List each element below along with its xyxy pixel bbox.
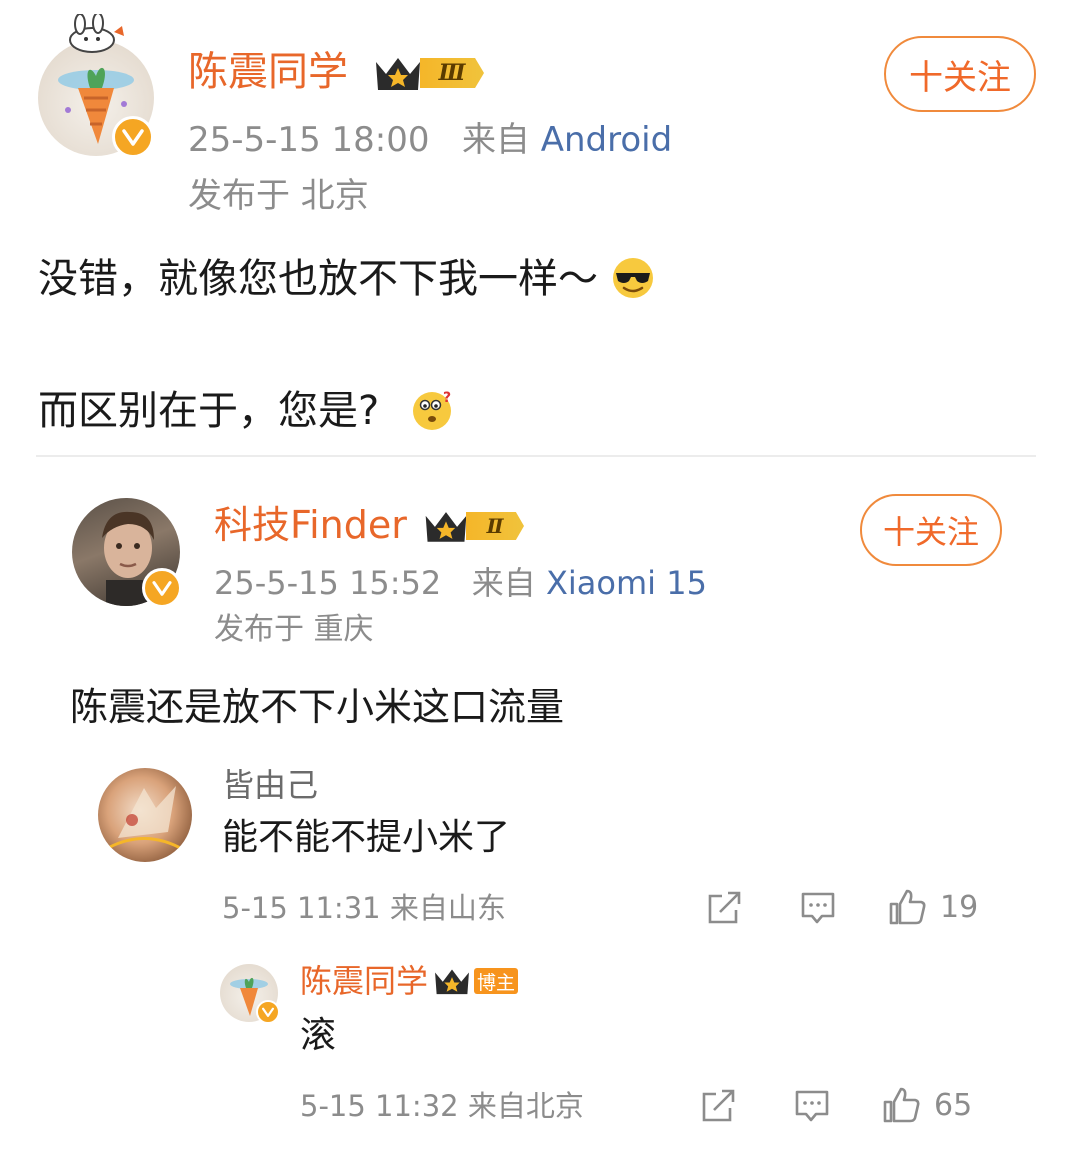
quoted-time: 25-5-15 15:52: [214, 564, 442, 602]
post-text-line2: 而区别在于，您是? ?: [38, 384, 454, 438]
quoted-source[interactable]: Xiaomi 15: [546, 564, 707, 602]
author-name[interactable]: 陈震同学: [188, 46, 348, 98]
reply-meta: 5-15 11:32 来自北京: [300, 1089, 584, 1123]
crown-icon: [376, 58, 420, 90]
rabbit-decoration-icon: [69, 14, 124, 53]
post-time: 25-5-15 18:00: [188, 120, 430, 160]
svg-text:?: ?: [443, 390, 451, 406]
share-button[interactable]: [706, 890, 744, 930]
like-count: 19: [940, 889, 979, 925]
post-location: 发布于 北京: [188, 176, 369, 216]
quoted-author-name[interactable]: 科技Finder: [214, 500, 407, 550]
comment-author[interactable]: 皆由己: [222, 764, 318, 806]
quoted-content: 陈震还是放不下小米这口流量: [70, 685, 565, 729]
quoted-meta: 25-5-15 15:52 来自 Xiaomi 15: [214, 562, 707, 604]
share-icon: [702, 1089, 735, 1122]
quoted-location: 发布于 重庆: [214, 612, 374, 647]
reply-share-button[interactable]: [700, 1088, 738, 1128]
quoted-rank-level: Ⅱ: [466, 512, 524, 540]
sunglasses-emoji: [612, 258, 653, 298]
quoted-rank-badge: Ⅱ: [422, 506, 524, 546]
rank-level: Ⅲ: [420, 58, 484, 88]
quoted-follow-button[interactable]: 十关注: [860, 494, 1002, 566]
reply-comment-button[interactable]: [794, 1088, 830, 1128]
follow-button[interactable]: 十关注: [884, 36, 1036, 112]
post-source[interactable]: Android: [541, 120, 672, 160]
comment-button[interactable]: [800, 890, 836, 930]
comment-avatar[interactable]: [98, 768, 192, 862]
reply-like-button[interactable]: 65: [882, 1084, 972, 1126]
quoted-from-label: 来自: [471, 564, 536, 602]
like-icon: [889, 889, 926, 925]
member-rank-badge: Ⅲ: [372, 52, 484, 94]
quoted-verified-icon: [142, 568, 182, 608]
crown-icon: [425, 512, 467, 542]
comment-meta: 5-15 11:31 来自山东: [222, 891, 506, 925]
comment-icon: [795, 1090, 829, 1122]
post-meta: 25-5-15 18:00 来自 Android: [188, 118, 672, 162]
crown-icon: [435, 969, 469, 995]
comment-icon: [801, 892, 835, 924]
verified-icon: [112, 116, 154, 158]
reply-verified-icon: [256, 1000, 280, 1024]
reply-content: 滚: [300, 1015, 337, 1056]
blogger-badge: 博主: [474, 968, 518, 994]
confused-emoji: ?: [412, 390, 451, 430]
like-button[interactable]: 19: [888, 886, 978, 928]
like-icon: [883, 1087, 920, 1123]
reply-like-count: 65: [934, 1087, 973, 1123]
post-text-line1: 没错，就像您也放不下我一样～: [38, 252, 655, 306]
section-divider: [36, 455, 1036, 457]
reply-author[interactable]: 陈震同学: [300, 960, 428, 1002]
from-label: 来自: [461, 120, 530, 160]
post-text-2: 而区别在于，您是?: [38, 388, 380, 434]
post-text-1: 没错，就像您也放不下我一样～: [38, 256, 598, 302]
anime-avatar-art: [107, 786, 185, 852]
comment-content: 能不能不提小米了: [222, 817, 511, 858]
reply-rank-badge: 博主: [432, 964, 518, 998]
share-icon: [708, 891, 741, 924]
